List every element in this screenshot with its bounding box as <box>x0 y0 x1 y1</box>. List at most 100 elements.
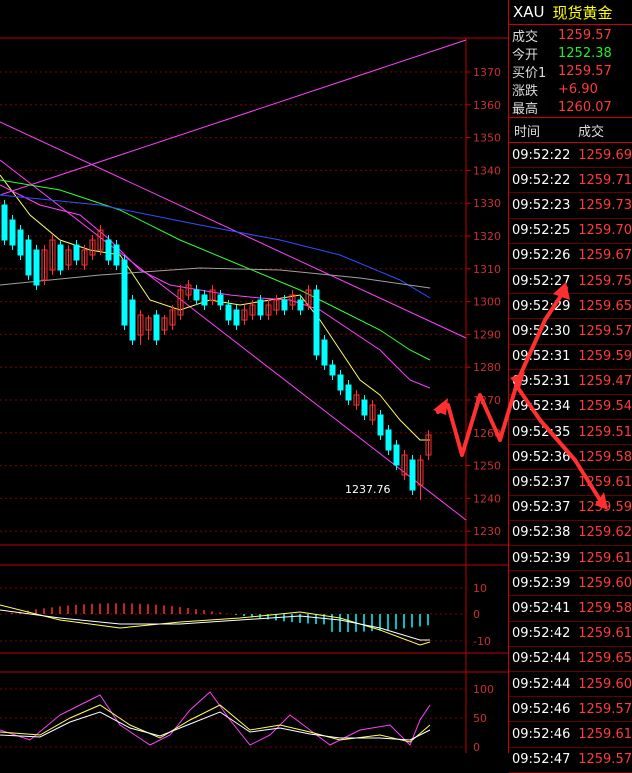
tick-time: 09:52:44 <box>512 676 571 692</box>
candle-body <box>225 304 232 321</box>
quote-label: 买价1 <box>512 65 547 81</box>
quote-row: 最高 1260.07 <box>509 98 632 117</box>
tick-time: 09:52:38 <box>512 525 571 541</box>
tick-time: 09:52:37 <box>512 500 571 516</box>
tick-row[interactable]: 09:52:26 1259.67 <box>509 244 632 269</box>
candle-body <box>33 249 40 286</box>
tick-time: 09:52:26 <box>512 248 571 264</box>
tick-row[interactable]: 09:52:36 1259.58 <box>509 445 632 471</box>
tick-time: 09:52:39 <box>512 550 571 566</box>
tick-row[interactable]: 09:52:31 1259.47 <box>509 370 632 395</box>
candle-body <box>297 299 304 311</box>
tick-time: 09:52:46 <box>512 726 571 742</box>
quote-value: 1252.38 <box>558 45 612 61</box>
tick-price: 1259.67 <box>578 248 632 264</box>
symbol-name: 现货黄金 <box>552 3 613 22</box>
candle-body <box>233 309 240 326</box>
candle-body <box>393 444 400 466</box>
tick-time: 09:52:27 <box>512 273 571 289</box>
price-tick-label: 1330 <box>473 197 501 210</box>
candle-body <box>9 219 16 246</box>
price-tick-label: 1240 <box>473 492 501 505</box>
candle-body <box>345 384 352 401</box>
tick-row[interactable]: 09:52:42 1259.61 <box>509 622 632 647</box>
price-tick-label: 1260 <box>473 427 501 440</box>
tick-price: 1259.61 <box>578 726 632 742</box>
tick-row[interactable]: 09:52:25 1259.70 <box>509 219 632 244</box>
tick-row[interactable]: 09:52:34 1259.54 <box>509 395 632 421</box>
kdj-tick-label: 100 <box>473 683 494 696</box>
tick-price: 1259.47 <box>578 374 632 390</box>
price-tick-label: 1370 <box>473 66 501 79</box>
candle-body <box>281 299 288 311</box>
quote-value: +6.90 <box>558 81 598 97</box>
tick-row[interactable]: 09:52:39 1259.61 <box>509 546 632 572</box>
quote-value: 1259.57 <box>558 63 612 79</box>
tick-row[interactable]: 09:52:41 1259.58 <box>509 596 632 622</box>
tick-price: 1259.60 <box>578 676 632 692</box>
tick-price: 1259.54 <box>578 399 632 415</box>
candle-body <box>361 399 368 416</box>
tick-row[interactable]: 09:52:38 1259.62 <box>509 521 632 546</box>
candle-body <box>1 204 8 241</box>
low-price-label: 1237.76 <box>345 483 391 496</box>
chart-area[interactable]: 1370 1360 1350 1340 1330 1320 1310 1300 1290 1280… <box>0 0 508 754</box>
tick-row[interactable]: 09:52:39 1259.60 <box>509 571 632 597</box>
tick-row[interactable]: 09:52:37 1259.61 <box>509 470 632 496</box>
symbol-code: XAU <box>513 3 545 21</box>
candle-body <box>73 244 80 261</box>
tick-row[interactable]: 09:52:47 1259.57 <box>509 748 632 773</box>
tick-time: 09:52:44 <box>512 651 571 667</box>
tick-row[interactable]: 09:52:22 1259.69 <box>509 143 632 169</box>
tick-row[interactable]: 09:52:22 1259.71 <box>509 168 632 194</box>
tick-price: 1259.57 <box>578 752 632 768</box>
tick-price: 1259.69 <box>578 147 632 163</box>
candle-body <box>193 289 200 301</box>
candlestick-chart[interactable]: 1370 1360 1350 1340 1330 1320 1310 1300 1290 1280… <box>0 0 508 754</box>
tick-list[interactable]: 09:52:22 1259.69 09:52:22 1259.71 09:52:23 12… <box>509 143 632 773</box>
tick-time: 09:52:29 <box>512 298 571 314</box>
kdj-tick-label: 0 <box>473 741 480 753</box>
candle-body <box>329 364 336 376</box>
tick-time: 09:52:41 <box>512 600 571 616</box>
tick-price: 1259.75 <box>578 273 632 289</box>
quote-value: 1259.57 <box>558 27 612 43</box>
tick-price: 1259.65 <box>578 651 632 667</box>
tick-time: 09:52:46 <box>512 701 571 717</box>
kdj-k-line <box>0 711 431 741</box>
price-tick-label: 1340 <box>473 164 501 177</box>
symbol-header: XAU 现货黄金 <box>509 0 632 25</box>
moving-average-line <box>0 184 431 389</box>
candle-body <box>25 239 32 276</box>
tick-row[interactable]: 09:52:23 1259.73 <box>509 193 632 219</box>
price-tick-label: 1280 <box>473 361 501 374</box>
tick-time: 09:52:36 <box>512 449 571 465</box>
kdj-tick-label: 50 <box>473 712 487 725</box>
candle-body <box>129 299 136 341</box>
tick-time: 09:52:42 <box>512 626 571 642</box>
quote-row: 成交 1259.57 <box>509 26 632 45</box>
tick-row[interactable]: 09:52:46 1259.61 <box>509 722 632 748</box>
tick-row[interactable]: 09:52:30 1259.57 <box>509 319 632 345</box>
tick-row[interactable]: 09:52:44 1259.60 <box>509 672 632 698</box>
tick-row[interactable]: 09:52:31 1259.59 <box>509 345 632 370</box>
ticks-header-price: 成交 <box>578 124 605 140</box>
macd-tick-label: -10 <box>473 635 491 648</box>
tick-price: 1259.71 <box>578 172 632 188</box>
tick-price: 1259.57 <box>578 323 632 339</box>
tick-row[interactable]: 09:52:46 1259.57 <box>509 697 632 723</box>
quote-label: 今开 <box>512 47 539 63</box>
tick-row[interactable]: 09:52:44 1259.65 <box>509 647 632 672</box>
tick-row[interactable]: 09:52:37 1259.59 <box>509 496 632 521</box>
candle-body <box>337 374 344 391</box>
moving-average-line <box>0 179 431 361</box>
ticks-header-time: 时间 <box>514 124 541 140</box>
quote-row: 涨跌 +6.90 <box>509 80 632 99</box>
tick-row[interactable]: 09:52:29 1259.65 <box>509 294 632 320</box>
tick-price: 1259.58 <box>578 449 632 465</box>
tick-row[interactable]: 09:52:35 1259.51 <box>509 420 632 446</box>
price-tick-label: 1350 <box>473 132 501 145</box>
kdj-d-line <box>0 704 431 743</box>
tick-row[interactable]: 09:52:27 1259.75 <box>509 269 632 295</box>
quote-value: 1260.07 <box>558 99 612 115</box>
